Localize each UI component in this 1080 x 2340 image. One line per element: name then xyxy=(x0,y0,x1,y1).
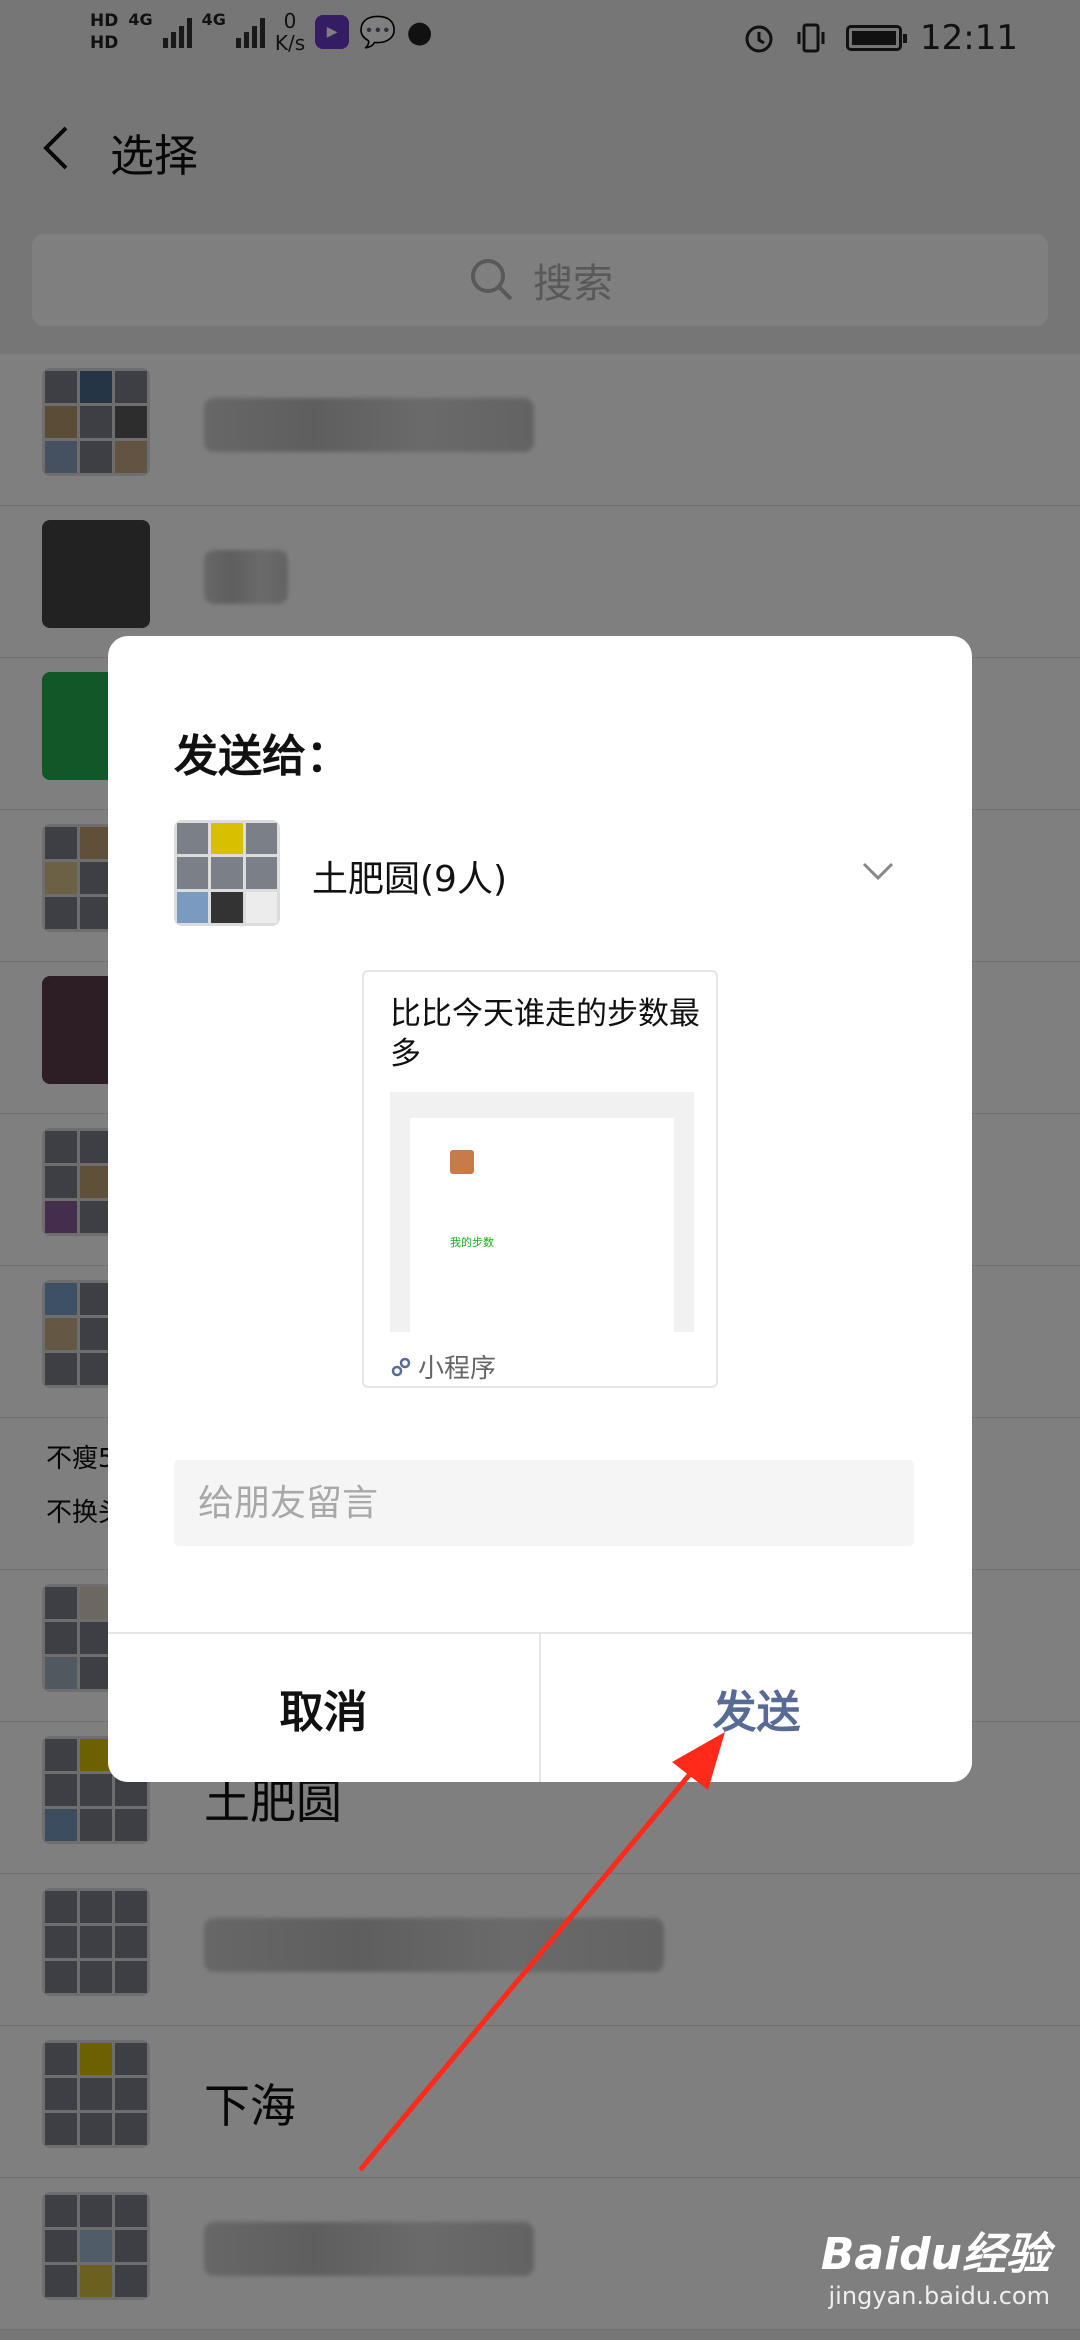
card-title: 比比今天谁走的步数最多 xyxy=(390,996,700,1072)
mini-avatar xyxy=(450,1150,474,1174)
card-footer-label: 小程序 xyxy=(418,1354,497,1384)
watermark: Baidu经验 jingyan.baidu.com xyxy=(821,2218,1050,2310)
recipient[interactable]: 土肥圆(9人) xyxy=(174,820,914,928)
card-preview-text: 我的步数 xyxy=(450,1236,494,1249)
screen: HDHD 4G 4G 0K/s ▶ 💬 ● 12:11 选择 搜索 xyxy=(0,0,1080,2340)
chevron-down-icon[interactable] xyxy=(858,850,898,890)
cancel-button[interactable]: 取消 xyxy=(108,1634,541,1782)
dialog-buttons: 取消 发送 xyxy=(108,1632,972,1782)
recipient-avatar xyxy=(174,820,280,926)
recipient-name: 土肥圆(9人) xyxy=(312,859,507,900)
watermark-logo: Baidu经验 xyxy=(820,2229,1050,2280)
send-dialog: 发送给： 土肥圆(9人) 比比今天谁走的步数最多 我的步数 小程序 取消 发送 xyxy=(108,636,972,1782)
dialog-title: 发送给： xyxy=(174,731,350,782)
mini-program-card: 比比今天谁走的步数最多 我的步数 小程序 xyxy=(362,970,718,1388)
send-button[interactable]: 发送 xyxy=(541,1634,972,1782)
message-input[interactable] xyxy=(174,1460,914,1546)
card-footer: 小程序 xyxy=(390,1348,496,1385)
card-preview-inner: 我的步数 xyxy=(410,1118,674,1332)
watermark-url: jingyan.baidu.com xyxy=(828,2282,1050,2310)
mini-program-icon xyxy=(391,1357,411,1376)
card-preview: 我的步数 xyxy=(390,1092,694,1332)
